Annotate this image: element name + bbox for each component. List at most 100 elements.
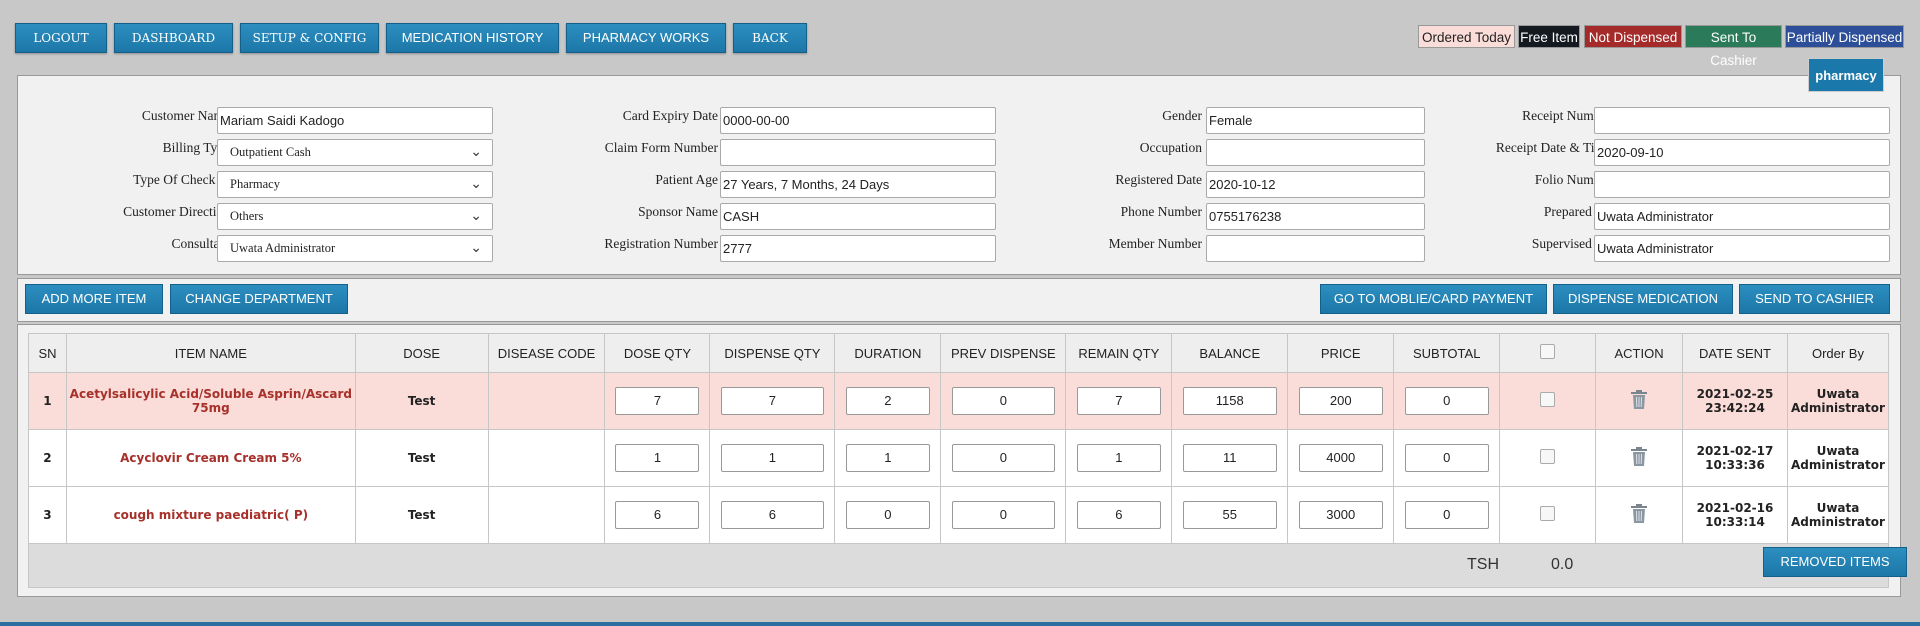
trash-icon[interactable]	[1630, 503, 1648, 527]
row-select-checkbox[interactable]	[1540, 449, 1556, 464]
dispense-qty-input[interactable]: 7	[720, 387, 824, 415]
subtotal-input[interactable]: 0	[1404, 387, 1489, 415]
removed-items-button[interactable]: REMOVED ITEMS	[1763, 547, 1907, 577]
row-remain-qty-cell: 6	[1065, 486, 1173, 544]
receipt-number-field[interactable]	[1594, 107, 1890, 134]
change-department-button[interactable]: CHANGE DEPARTMENT	[170, 284, 348, 314]
trash-icon[interactable]	[1630, 446, 1648, 470]
row-item-name: cough mixture paediatric( P)	[65, 486, 356, 544]
patient-info-panel: pharmacy Customer Name Mariam Saidi Kado…	[17, 58, 1901, 275]
receipt-datetime-field[interactable]: 2020-09-10	[1594, 139, 1890, 166]
action-bar: ADD MORE ITEM CHANGE DEPARTMENT GO TO MO…	[17, 278, 1901, 322]
remain-qty-input[interactable]: 6	[1076, 501, 1161, 529]
chevron-down-icon: ⌄	[470, 177, 482, 192]
dose-qty-input[interactable]: 7	[615, 387, 700, 415]
balance-input[interactable]: 11	[1182, 444, 1277, 472]
pharmacy-works-button[interactable]: PHARMACY WORKS	[566, 23, 726, 53]
folio-number-field[interactable]	[1594, 171, 1890, 198]
check-in-type-select[interactable]: Pharmacy ⌄	[217, 171, 493, 198]
occupation-field[interactable]	[1206, 139, 1425, 166]
back-button[interactable]: BACK	[733, 23, 807, 53]
add-more-item-button[interactable]: ADD MORE ITEM	[25, 284, 163, 314]
row-prev-dispense-cell: 0	[940, 429, 1067, 487]
duration-input[interactable]: 2	[845, 387, 930, 415]
remain-qty-input[interactable]: 1	[1076, 444, 1161, 472]
row-action-cell	[1595, 429, 1684, 487]
phone-number-field[interactable]: 0755176238	[1206, 203, 1425, 230]
logout-button[interactable]: LOGOUT	[15, 23, 107, 53]
price-input[interactable]: 200	[1298, 387, 1383, 415]
customer-direction-select[interactable]: Others ⌄	[217, 203, 493, 230]
row-balance-cell: 55	[1171, 486, 1289, 544]
customer-name-field[interactable]: Mariam Saidi Kadogo	[217, 107, 493, 134]
billing-type-select[interactable]: Outpatient Cash ⌄	[217, 139, 493, 166]
row-remain-qty-cell: 7	[1065, 372, 1173, 430]
card-expiry-field[interactable]: 0000-00-00	[720, 107, 996, 134]
claim-form-field[interactable]	[720, 139, 996, 166]
setup-config-button[interactable]: SETUP & CONFIG	[240, 23, 379, 53]
sponsor-name-label: Sponsor Name	[638, 204, 718, 219]
dispense-qty-input[interactable]: 1	[720, 444, 824, 472]
dose-qty-input[interactable]: 6	[615, 501, 700, 529]
send-to-cashier-button[interactable]: SEND TO CASHIER	[1739, 284, 1890, 314]
claim-form-label: Claim Form Number	[604, 140, 718, 155]
row-sn: 2	[28, 429, 67, 487]
duration-input[interactable]: 0	[845, 501, 930, 529]
subtotal-input[interactable]: 0	[1404, 501, 1489, 529]
pharmacy-button[interactable]: pharmacy	[1808, 58, 1884, 92]
consultant-select[interactable]: Uwata Administrator ⌄	[217, 235, 493, 262]
prev-dispense-input[interactable]: 0	[951, 501, 1055, 529]
header-remain-qty: REMAIN QTY	[1065, 333, 1173, 373]
row-select-checkbox[interactable]	[1540, 392, 1556, 407]
row-date-sent: 2021-02-17 10:33:36	[1682, 429, 1788, 487]
row-item-name: Acetylsalicylic Acid/Soluble Asprin/Asca…	[65, 372, 356, 430]
balance-input[interactable]: 1158	[1182, 387, 1277, 415]
prev-dispense-input[interactable]: 0	[951, 387, 1055, 415]
dispense-medication-button[interactable]: DISPENSE MEDICATION	[1553, 284, 1733, 314]
table-footer: TSH 0.0 REMOVED ITEMS	[28, 543, 1907, 588]
header-sn: SN	[28, 333, 67, 373]
registration-number-field[interactable]: 2777	[720, 235, 996, 262]
member-number-field[interactable]	[1206, 235, 1425, 262]
row-subtotal-cell: 0	[1393, 429, 1501, 487]
row-dose-qty-cell: 6	[604, 486, 711, 544]
dashboard-button[interactable]: DASHBOARD	[114, 23, 233, 53]
customer-direction-value: Others	[230, 209, 264, 223]
table-header-row: SN ITEM NAME DOSE DISEASE CODE DOSE QTY …	[28, 333, 1890, 373]
header-balance: BALANCE	[1171, 333, 1289, 373]
registered-date-field[interactable]: 2020-10-12	[1206, 171, 1425, 198]
legend-free-item: Free Item	[1518, 25, 1580, 48]
trash-icon[interactable]	[1630, 389, 1648, 413]
customer-name-label: Customer Name	[141, 108, 230, 123]
subtotal-input[interactable]: 0	[1404, 444, 1489, 472]
row-select-checkbox[interactable]	[1540, 506, 1556, 521]
header-dose: DOSE	[354, 333, 489, 373]
check-in-type-value: Pharmacy	[230, 177, 280, 191]
sponsor-name-field[interactable]: CASH	[720, 203, 996, 230]
gender-field[interactable]: Female	[1206, 107, 1425, 134]
row-action-cell	[1595, 486, 1684, 544]
top-toolbar: LOGOUT DASHBOARD SETUP & CONFIG MEDICATI…	[0, 0, 1920, 72]
select-all-checkbox[interactable]	[1540, 344, 1556, 359]
patient-age-field[interactable]: 27 Years, 7 Months, 24 Days	[720, 171, 996, 198]
price-input[interactable]: 3000	[1298, 501, 1383, 529]
member-number-label: Member Number	[1108, 236, 1202, 251]
card-expiry-label: Card Expiry Date	[622, 108, 718, 123]
header-select-all	[1499, 333, 1597, 373]
medication-history-button[interactable]: MEDICATION HISTORY	[386, 23, 559, 53]
mobile-card-payment-button[interactable]: GO TO MOBLIE/CARD PAYMENT	[1320, 284, 1547, 314]
duration-input[interactable]: 1	[845, 444, 930, 472]
supervised-by-field[interactable]: Uwata Administrator	[1594, 235, 1890, 262]
prev-dispense-input[interactable]: 0	[951, 444, 1055, 472]
receipt-datetime-label: Receipt Date & Time	[1495, 140, 1611, 155]
prepared-by-field[interactable]: Uwata Administrator	[1594, 203, 1890, 230]
price-input[interactable]: 4000	[1298, 444, 1383, 472]
dose-qty-input[interactable]: 1	[615, 444, 700, 472]
row-remain-qty-cell: 1	[1065, 429, 1173, 487]
header-date-sent: DATE SENT	[1682, 333, 1788, 373]
remain-qty-input[interactable]: 7	[1076, 387, 1161, 415]
balance-input[interactable]: 55	[1182, 501, 1277, 529]
billing-type-label: Billing Type	[162, 140, 230, 155]
dispense-qty-input[interactable]: 6	[720, 501, 824, 529]
row-prev-dispense-cell: 0	[940, 486, 1067, 544]
